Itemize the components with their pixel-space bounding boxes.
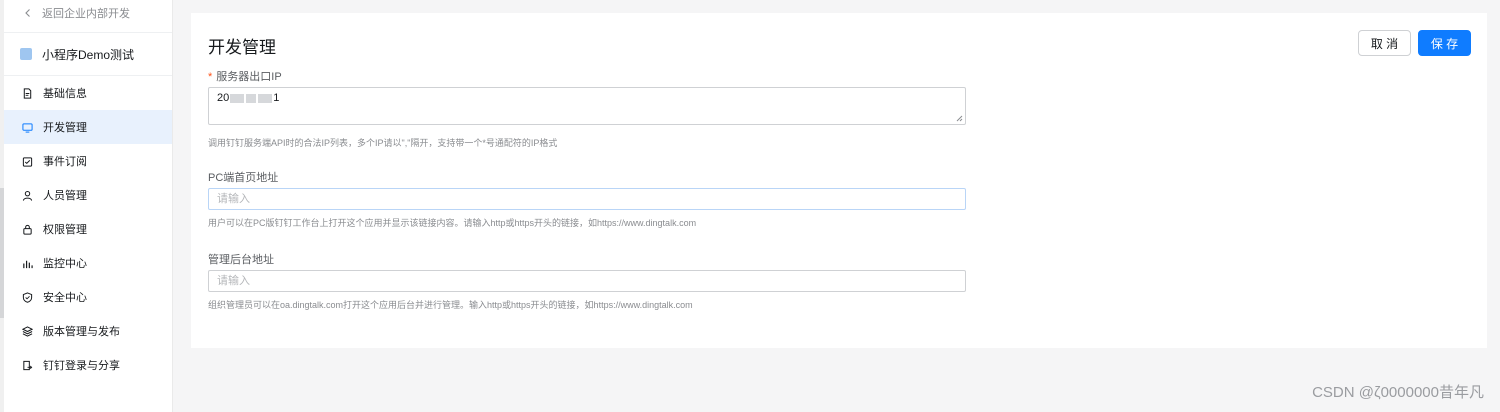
sidebar-item-label: 基础信息 bbox=[43, 88, 87, 100]
server-ip-label: * 服务器出口IP bbox=[208, 68, 282, 84]
server-ip-textarea[interactable]: 20 1 bbox=[208, 87, 966, 125]
sidebar-item-basic-info[interactable]: 基础信息 bbox=[4, 76, 172, 110]
server-ip-value: 20 1 bbox=[217, 92, 279, 104]
sidebar: 返回企业内部开发 小程序Demo测试 基础信息 开发管理 事件订阅 人员管理 权… bbox=[4, 0, 173, 412]
sidebar-item-login-share[interactable]: 钉钉登录与分享 bbox=[4, 348, 172, 382]
page-title: 开发管理 bbox=[208, 38, 276, 57]
sidebar-item-event-subscription[interactable]: 事件订阅 bbox=[4, 144, 172, 178]
server-ip-value-prefix: 20 bbox=[217, 92, 230, 104]
sidebar-item-permission-management[interactable]: 权限管理 bbox=[4, 212, 172, 246]
server-ip-label-text: 服务器出口IP bbox=[216, 71, 282, 83]
chevron-left-icon bbox=[25, 9, 30, 17]
sidebar-item-label: 权限管理 bbox=[43, 224, 87, 236]
app-name-row: 小程序Demo测试 bbox=[4, 32, 172, 76]
resize-handle-icon[interactable] bbox=[955, 114, 963, 122]
document-icon bbox=[23, 87, 32, 99]
watermark: CSDN @ζ0000000昔年凡 bbox=[1312, 384, 1484, 401]
server-ip-hint: 调用钉钉服务端API时的合法IP列表，多个IP请以","隔开，支持带一个*号通配… bbox=[208, 138, 558, 148]
pc-home-input[interactable] bbox=[208, 188, 966, 210]
sidebar-item-monitoring-center[interactable]: 监控中心 bbox=[4, 246, 172, 280]
pc-home-hint: 用户可以在PC版钉钉工作台上打开这个应用并显示该链接内容。请输入http或htt… bbox=[208, 218, 697, 228]
required-mark: * bbox=[208, 71, 213, 83]
back-link-label: 返回企业内部开发 bbox=[42, 8, 130, 20]
sidebar-nav: 基础信息 开发管理 事件订阅 人员管理 权限管理 监控中心 安全中心 版本管理与… bbox=[4, 76, 172, 382]
sidebar-item-security-center[interactable]: 安全中心 bbox=[4, 280, 172, 314]
server-ip-value-suffix: 1 bbox=[273, 92, 280, 104]
sidebar-item-version-release[interactable]: 版本管理与发布 bbox=[4, 314, 172, 348]
sidebar-item-dev-management[interactable]: 开发管理 bbox=[4, 110, 172, 144]
pc-home-label: PC端首页地址 bbox=[208, 172, 279, 184]
redacted-mask bbox=[246, 93, 257, 103]
shield-icon bbox=[22, 291, 33, 303]
redacted-mask bbox=[230, 93, 245, 103]
redacted-mask bbox=[258, 93, 273, 103]
admin-url-hint: 组织管理员可以在oa.dingtalk.com打开这个应用后台并进行管理。输入h… bbox=[208, 300, 693, 310]
cancel-button[interactable]: 取 消 bbox=[1358, 30, 1411, 56]
admin-url-label: 管理后台地址 bbox=[208, 254, 274, 266]
sidebar-item-label: 钉钉登录与分享 bbox=[43, 360, 120, 372]
sidebar-item-label: 监控中心 bbox=[43, 258, 87, 270]
bar-chart-icon bbox=[23, 260, 33, 268]
app-logo-icon bbox=[20, 48, 32, 60]
monitor-icon bbox=[22, 122, 33, 133]
sidebar-item-label: 开发管理 bbox=[43, 122, 87, 134]
admin-url-input[interactable] bbox=[208, 270, 966, 292]
sidebar-item-label: 安全中心 bbox=[43, 292, 87, 304]
sidebar-item-label: 人员管理 bbox=[43, 190, 87, 202]
sidebar-item-label: 事件订阅 bbox=[43, 156, 87, 168]
layers-icon bbox=[22, 325, 33, 337]
share-icon bbox=[23, 360, 33, 370]
sidebar-item-people-management[interactable]: 人员管理 bbox=[4, 178, 172, 212]
main-panel: 开发管理 取 消 保 存 * 服务器出口IP 20 1 调用钉钉服务端API时的合法… bbox=[191, 13, 1487, 348]
sidebar-item-label: 版本管理与发布 bbox=[43, 326, 120, 338]
user-icon bbox=[22, 190, 33, 201]
app-name: 小程序Demo测试 bbox=[42, 47, 135, 62]
app-root: 返回企业内部开发 小程序Demo测试 基础信息 开发管理 事件订阅 人员管理 权… bbox=[0, 0, 1500, 412]
calendar-check-icon bbox=[22, 156, 33, 167]
back-link[interactable]: 返回企业内部开发 bbox=[4, 0, 172, 26]
lock-icon bbox=[23, 224, 32, 235]
save-button[interactable]: 保 存 bbox=[1418, 30, 1471, 56]
